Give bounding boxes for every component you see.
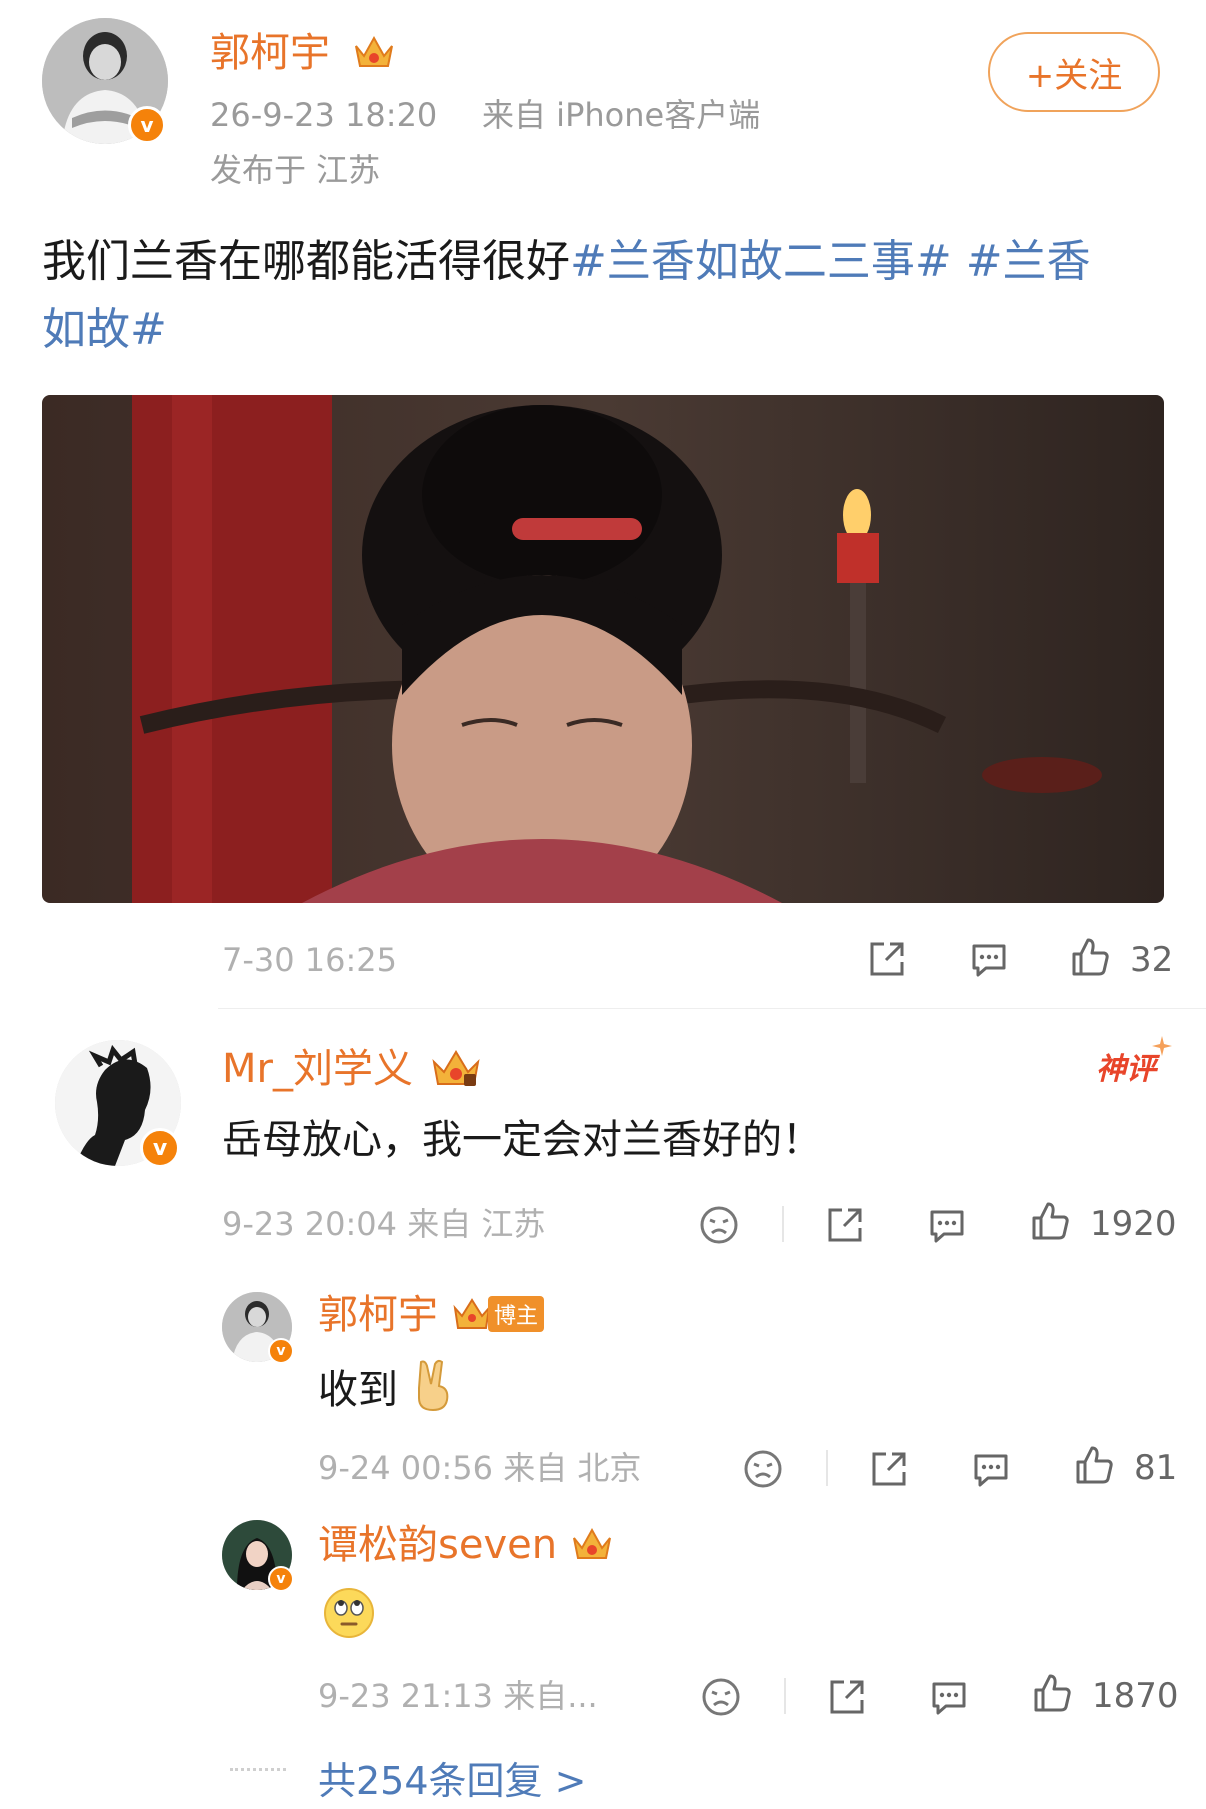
dotted-leader	[230, 1768, 286, 1771]
sparkle-icon	[1152, 1036, 1172, 1060]
share-icon[interactable]	[866, 938, 908, 984]
verified-badge-icon: v	[140, 1128, 180, 1168]
hot-comment-badge: 神评	[1096, 1052, 1156, 1087]
reply-like-count: 1870	[1092, 1676, 1179, 1716]
share-icon[interactable]	[826, 1676, 868, 1722]
topic-link-cont[interactable]: 如故#	[42, 304, 167, 355]
share-icon[interactable]	[868, 1448, 910, 1494]
reply-meta: 9-23 21:13 来自...	[318, 1677, 598, 1715]
view-more-replies-link[interactable]: 共254条回复 >	[318, 1758, 586, 1804]
reply-meta: 9-24 00:56 来自 北京	[318, 1449, 642, 1487]
reply-like-count: 81	[1134, 1448, 1178, 1488]
reply-text-body: 收到	[318, 1367, 398, 1413]
dislike-face-icon[interactable]	[742, 1448, 784, 1494]
post-stamp: 7-30 16:25	[222, 941, 398, 979]
comment-text: 岳母放心，我一定会对兰香好的！	[222, 1117, 822, 1163]
post-text-body: 我们兰香在哪都能活得很好	[42, 236, 570, 287]
divider	[826, 1450, 828, 1486]
reply-text: 收到	[318, 1358, 455, 1426]
verified-badge-icon: v	[268, 1338, 294, 1364]
comment-meta: 9-23 20:04 来自 江苏	[222, 1205, 546, 1243]
comment-icon[interactable]	[970, 1450, 1012, 1494]
commenter-name[interactable]: Mr_刘学义	[222, 1044, 413, 1094]
reply-name[interactable]: 谭松韵seven	[318, 1520, 557, 1570]
verified-badge-icon: v	[268, 1566, 294, 1592]
comment-icon[interactable]	[928, 1678, 970, 1722]
like-icon[interactable]	[1072, 1444, 1116, 1492]
like-icon[interactable]	[1030, 1672, 1074, 1720]
dislike-face-icon[interactable]	[700, 1676, 742, 1722]
follow-button[interactable]: +关注	[988, 32, 1160, 112]
author-name[interactable]: 郭柯宇	[210, 28, 330, 78]
post-like-count: 32	[1130, 940, 1174, 980]
reply-name[interactable]: 郭柯宇	[318, 1290, 438, 1340]
divider	[782, 1206, 784, 1242]
dislike-face-icon[interactable]	[698, 1204, 740, 1250]
share-icon[interactable]	[824, 1204, 866, 1250]
divider	[218, 1008, 1206, 1009]
post-text: 我们兰香在哪都能活得很好#兰香如故二三事# #兰香 如故#	[42, 228, 1172, 364]
comment-like-count: 1920	[1090, 1204, 1177, 1244]
divider	[784, 1678, 786, 1714]
like-icon[interactable]	[1028, 1200, 1072, 1248]
post-time: 26-9-23 18:20	[210, 96, 438, 134]
verified-badge-icon: v	[128, 106, 166, 144]
crown-icon	[430, 1046, 482, 1094]
topic-link[interactable]: #兰香	[966, 236, 1091, 287]
post-source: 来自 iPhone客户端	[482, 96, 761, 134]
comment-icon[interactable]	[968, 940, 1010, 984]
blogger-tag: 博主	[452, 1296, 545, 1332]
comment-icon[interactable]	[926, 1206, 968, 1250]
like-icon[interactable]	[1068, 936, 1112, 984]
topic-link[interactable]: #兰香如故二三事#	[570, 236, 952, 287]
crown-icon	[570, 1524, 614, 1568]
crown-icon	[352, 32, 396, 76]
post-video-thumbnail[interactable]	[42, 395, 1164, 903]
victory-hand-emoji	[411, 1358, 455, 1426]
post-location: 发布于 江苏	[210, 151, 381, 189]
eye-roll-emoji	[322, 1586, 376, 1644]
